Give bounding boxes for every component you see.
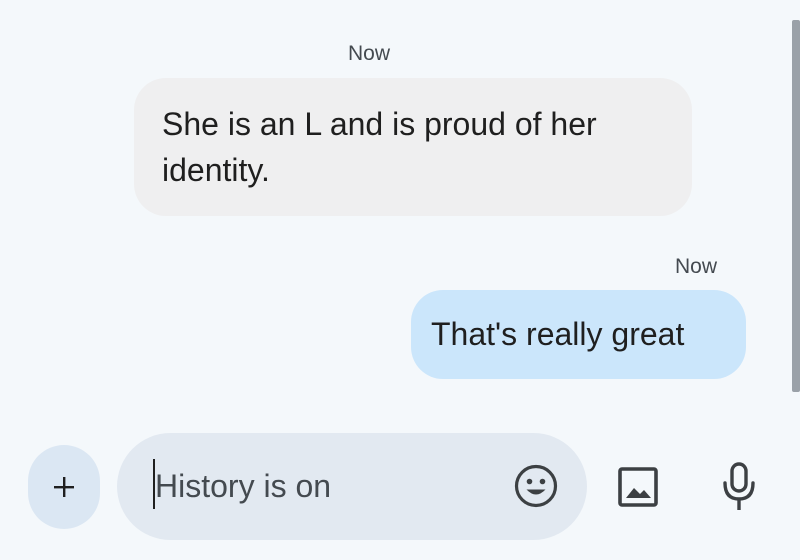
compose-placeholder: History is on <box>155 468 332 504</box>
message-timestamp: Now <box>675 255 718 278</box>
plus-icon <box>53 476 75 498</box>
image-icon <box>615 464 661 510</box>
emoji-icon <box>513 463 559 509</box>
message-timestamp: Now <box>348 42 391 65</box>
gallery-button[interactable] <box>615 464 661 510</box>
scrollbar[interactable] <box>792 20 800 392</box>
add-attachment-button[interactable] <box>28 445 100 529</box>
incoming-message-bubble[interactable]: She is an L and is proud of her identity… <box>134 78 692 216</box>
message-compose-field[interactable]: History is on <box>117 433 587 540</box>
outgoing-message-bubble[interactable]: That's really great <box>411 290 746 379</box>
microphone-icon <box>718 461 760 513</box>
emoji-button[interactable] <box>513 463 559 509</box>
voice-input-button[interactable] <box>718 461 760 513</box>
